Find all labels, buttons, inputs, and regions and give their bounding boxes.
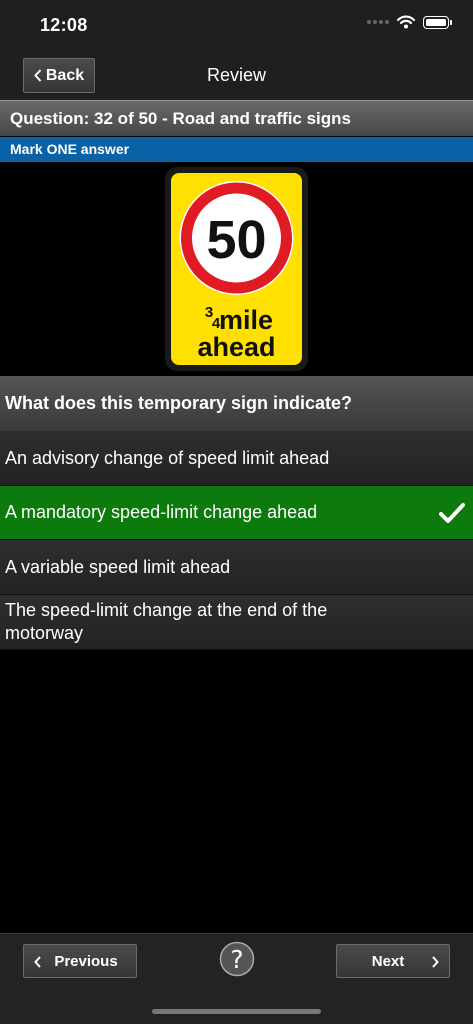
next-label: Next [371,952,405,970]
speed-limit-value: 50 [206,210,266,270]
status-bar: 12:08 [0,0,473,50]
question-text: What does this temporary sign indicate? [0,376,473,431]
battery-icon [423,15,452,29]
previous-button[interactable]: Previous [23,944,137,978]
answer-option-4[interactable]: The speed-limit change at the end of the… [0,595,473,650]
wifi-icon [397,15,415,29]
status-time: 12:08 [40,15,88,35]
sign-image-area: 50 3 4 mile ahead [0,162,473,376]
next-button[interactable]: Next [336,944,450,978]
answer-option-2[interactable]: A mandatory speed-limit change ahead [0,486,473,540]
page-title: Review [206,65,267,85]
question-header: Question: 32 of 50 - Road and traffic si… [0,100,473,136]
answer-text: An advisory change of speed limit ahead [5,447,330,468]
answer-text: The speed-limit change at the end of the… [5,600,328,643]
chevron-left-icon [34,956,41,968]
speed-limit-sign-image: 50 3 4 mile ahead [165,167,308,371]
answer-text: A variable speed limit ahead [5,556,231,577]
answer-option-1[interactable]: An advisory change of speed limit ahead [0,431,473,486]
help-icon: ? [219,941,255,977]
nav-bar: Back Review [0,50,473,100]
answer-option-3[interactable]: A variable speed limit ahead [0,540,473,595]
sign-line-1: mile [219,305,273,335]
sign-line-2: ahead [197,332,275,362]
signal-icon [367,20,389,24]
help-button[interactable]: ? [219,941,255,977]
bottom-toolbar: Previous ? Next [0,933,473,1024]
chevron-right-icon [432,956,439,968]
previous-label: Previous [54,952,118,970]
status-icons [367,15,452,29]
checkmark-icon [439,502,465,523]
home-indicator [152,1009,321,1014]
answer-text: A mandatory speed-limit change ahead [5,502,318,522]
svg-text:?: ? [230,945,243,974]
answer-list: An advisory change of speed limit ahead … [0,431,473,650]
answer-instruction: Mark ONE answer [0,137,473,162]
